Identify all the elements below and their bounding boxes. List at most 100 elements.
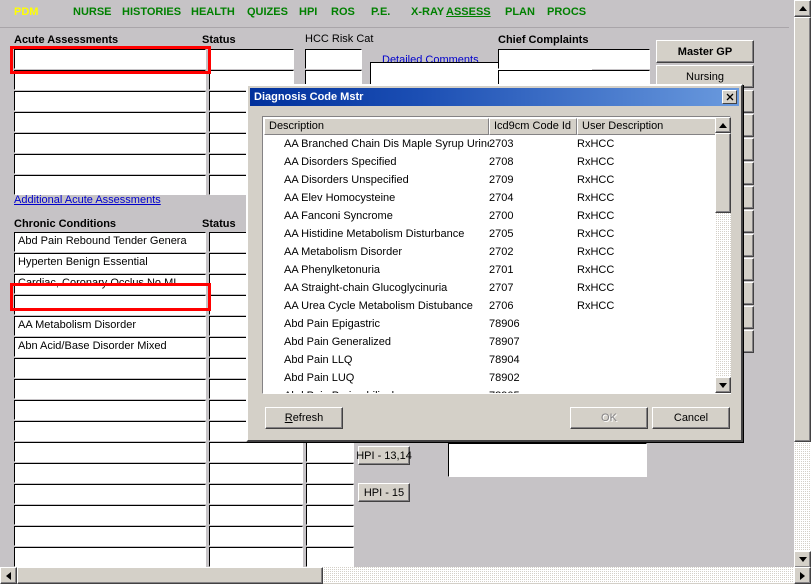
chronic-condition-desc-0[interactable]: Abd Pain Rebound Tender Genera xyxy=(14,232,206,252)
chronic-condition-status-2[interactable] xyxy=(209,274,250,294)
scroll-down-button[interactable] xyxy=(715,377,731,393)
diagnosis-row[interactable]: AA Branched Chain Dis Maple Syrup Urine 2… xyxy=(264,135,716,153)
lower-row-desc-0[interactable] xyxy=(14,442,206,462)
close-icon[interactable] xyxy=(722,90,737,104)
acute-assessment-desc-6[interactable] xyxy=(14,175,206,195)
nav-item-health[interactable]: HEALTH xyxy=(191,6,235,18)
acute-assessment-desc-4[interactable] xyxy=(14,133,206,153)
chronic-condition-status-3[interactable] xyxy=(209,295,250,315)
lower-row-desc-4[interactable] xyxy=(14,526,206,546)
hpi-13-14-button[interactable]: HPI - 13,14 xyxy=(356,446,412,465)
diagnosis-row[interactable]: AA Disorders Unspecified 2709 RxHCC xyxy=(264,171,716,189)
lower-row-col3-1[interactable] xyxy=(306,463,354,483)
chronic-condition-desc-3[interactable] xyxy=(14,295,206,315)
lower-row-col3-4[interactable] xyxy=(306,526,354,546)
diagnosis-row[interactable]: AA Straight-chain Glucoglycinuria 2707 RxH… xyxy=(264,279,716,297)
lower-row-col3-5[interactable] xyxy=(306,547,354,567)
nav-item-ros[interactable]: ROS xyxy=(331,6,355,18)
diagnosis-list[interactable]: Description Icd9cm Code Id User Descriptio… xyxy=(262,116,731,394)
diagnosis-row[interactable]: AA Phenylketonuria 2701 RxHCC xyxy=(264,261,716,279)
page-vertical-scrollbar[interactable] xyxy=(794,0,811,568)
chief-complaint-0[interactable] xyxy=(498,49,650,69)
diagnosis-row[interactable]: AA Elev Homocysteine 2704 RxHCC xyxy=(264,189,716,207)
diagnosis-list-scrollbar[interactable] xyxy=(715,117,731,393)
nav-item-x-ray[interactable]: X-RAY xyxy=(411,6,444,18)
chronic-condition-desc-5[interactable]: Abn Acid/Base Disorder Mixed xyxy=(14,337,206,357)
nav-item-pdm[interactable]: PDM xyxy=(14,6,38,18)
nav-item-nurse[interactable]: NURSE xyxy=(73,6,112,18)
chronic-condition-desc-8[interactable] xyxy=(14,400,206,420)
hpi-notes-field[interactable] xyxy=(448,443,647,477)
nav-item-procs[interactable]: PROCS xyxy=(547,6,586,18)
diagnosis-row[interactable]: AA Disorders Specified 2708 RxHCC xyxy=(264,153,716,171)
chronic-condition-desc-2[interactable]: Cardiac, Coronary Occlus No MI xyxy=(14,274,206,294)
acute-assessment-desc-0[interactable] xyxy=(14,49,206,69)
nav-item-quizes[interactable]: QUIZES xyxy=(247,6,288,18)
diagnosis-row[interactable]: Abd Pain Periumbilical78905 xyxy=(264,387,716,393)
chronic-condition-status-5[interactable] xyxy=(209,337,250,357)
acute-assessment-desc-1[interactable] xyxy=(14,70,206,90)
column-header-user-description[interactable]: User Description xyxy=(577,118,716,135)
page-scroll-right-button[interactable] xyxy=(794,567,811,584)
lower-row-desc-1[interactable] xyxy=(14,463,206,483)
diagnosis-row[interactable]: AA Metabolism Disorder 2702 RxHCC xyxy=(264,243,716,261)
scrollbar-thumb[interactable] xyxy=(715,133,731,213)
nav-item-plan[interactable]: PLAN xyxy=(505,6,535,18)
diagnosis-row[interactable]: Abd Pain Epigastric 78906 xyxy=(264,315,716,333)
hpi-15-button[interactable]: HPI - 15 xyxy=(358,483,410,502)
lower-row-col2-4[interactable] xyxy=(209,526,303,546)
page-scroll-left-button[interactable] xyxy=(0,567,17,584)
chronic-condition-status-7[interactable] xyxy=(209,379,250,399)
lower-row-desc-3[interactable] xyxy=(14,505,206,525)
master-gp-button[interactable]: Master GP xyxy=(656,40,754,63)
lower-row-col2-2[interactable] xyxy=(209,484,303,504)
lower-row-col2-1[interactable] xyxy=(209,463,303,483)
additional-acute-assessments-link[interactable]: Additional Acute Assessments xyxy=(14,194,161,206)
cancel-button[interactable]: Cancel xyxy=(652,407,730,429)
nav-item-hpi[interactable]: HPI xyxy=(299,6,317,18)
refresh-button[interactable]: Refresh xyxy=(265,407,343,429)
lower-row-col2-5[interactable] xyxy=(209,547,303,567)
acute-assessment-desc-3[interactable] xyxy=(14,112,206,132)
lower-row-col3-3[interactable] xyxy=(306,505,354,525)
page-scrollbar-thumb[interactable] xyxy=(794,17,811,442)
chronic-condition-desc-1[interactable]: Hyperten Benign Essential xyxy=(14,253,206,273)
diagnosis-row[interactable]: AA Histidine Metabolism Disturbance 2705 R… xyxy=(264,225,716,243)
lower-row-col3-0[interactable] xyxy=(306,442,354,462)
lower-row-col2-0[interactable] xyxy=(209,442,303,462)
ok-button[interactable]: OK xyxy=(570,407,648,429)
acute-assessment-hcc-0[interactable] xyxy=(305,49,362,69)
diagnosis-row[interactable]: AA Urea Cycle Metabolism Distubance 2706 R… xyxy=(264,297,716,315)
lower-row-col2-3[interactable] xyxy=(209,505,303,525)
chronic-condition-desc-4[interactable]: AA Metabolism Disorder xyxy=(14,316,206,336)
chronic-condition-desc-6[interactable] xyxy=(14,358,206,378)
acute-assessment-desc-2[interactable] xyxy=(14,91,206,111)
nav-item-assess[interactable]: ASSESS xyxy=(446,6,491,18)
nav-item-histories[interactable]: HISTORIES xyxy=(122,6,181,18)
lower-row-desc-2[interactable] xyxy=(14,484,206,504)
chronic-condition-status-4[interactable] xyxy=(209,316,250,336)
chronic-condition-status-1[interactable] xyxy=(209,253,250,273)
diagnosis-row[interactable]: AA Fanconi Syncrome 2700 RxHCC xyxy=(264,207,716,225)
dialog-titlebar[interactable]: Diagnosis Code Mstr xyxy=(250,88,739,106)
scroll-up-button[interactable] xyxy=(715,117,731,133)
lower-row-col3-2[interactable] xyxy=(306,484,354,504)
diagnosis-row[interactable]: Abd Pain Generalized 78907 xyxy=(264,333,716,351)
page-scroll-down-button[interactable] xyxy=(794,551,811,568)
column-header-description[interactable]: Description xyxy=(264,118,489,135)
diagnosis-row[interactable]: Abd Pain LUQ 78902 xyxy=(264,369,716,387)
chronic-condition-status-6[interactable] xyxy=(209,358,250,378)
acute-assessment-status-0[interactable] xyxy=(209,49,294,69)
nav-item-p-e[interactable]: P.E. xyxy=(371,6,390,18)
chronic-condition-status-8[interactable] xyxy=(209,400,250,420)
chronic-condition-status-9[interactable] xyxy=(209,421,250,441)
chronic-condition-status-0[interactable] xyxy=(209,232,250,252)
chronic-condition-desc-7[interactable] xyxy=(14,379,206,399)
page-hscrollbar-thumb[interactable] xyxy=(17,567,323,584)
page-scroll-up-button[interactable] xyxy=(794,0,811,17)
page-horizontal-scrollbar[interactable] xyxy=(0,567,811,584)
column-header-icd9cm-code-id[interactable]: Icd9cm Code Id xyxy=(489,118,577,135)
acute-assessment-desc-5[interactable] xyxy=(14,154,206,174)
diagnosis-row[interactable]: Abd Pain LLQ 78904 xyxy=(264,351,716,369)
lower-row-desc-5[interactable] xyxy=(14,547,206,567)
